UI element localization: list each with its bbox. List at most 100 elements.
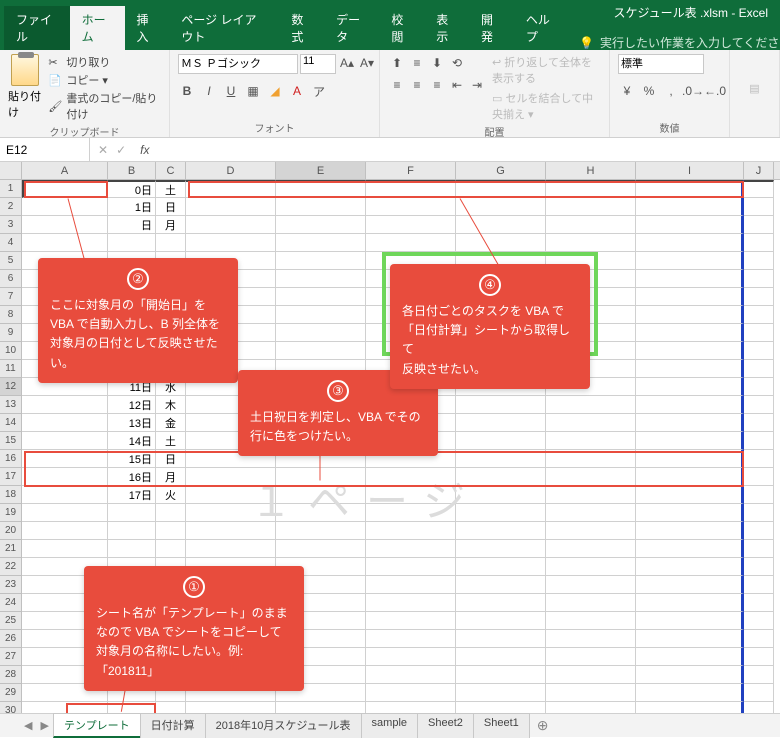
- cell-H17[interactable]: [546, 468, 636, 486]
- cell-J5[interactable]: [744, 252, 774, 270]
- merge-center-button[interactable]: ▭ セルを結合して中央揃え ▾: [492, 90, 601, 122]
- currency-icon[interactable]: ¥: [618, 82, 636, 100]
- sheet-nav-next-icon[interactable]: ▶: [36, 719, 52, 732]
- cell-B17[interactable]: 16日: [108, 468, 156, 486]
- decrease-font-icon[interactable]: A▾: [358, 54, 376, 72]
- cell-E3[interactable]: [276, 216, 366, 234]
- cell-E1[interactable]: [276, 180, 366, 198]
- cell-D3[interactable]: [186, 216, 276, 234]
- cell-F18[interactable]: [366, 486, 456, 504]
- tab-formulas[interactable]: 数式: [279, 6, 324, 50]
- cell-D18[interactable]: [186, 486, 276, 504]
- cell-J4[interactable]: [744, 234, 774, 252]
- cell-B13[interactable]: 12日: [108, 396, 156, 414]
- cell-C4[interactable]: [156, 234, 186, 252]
- cell-E6[interactable]: [276, 270, 366, 288]
- cell-H27[interactable]: [546, 648, 636, 666]
- row-header[interactable]: 1: [0, 180, 22, 198]
- spreadsheet-grid[interactable]: A B C D E F G H I J 10日土21日日3日月4567898日日…: [0, 162, 780, 713]
- cell-E18[interactable]: [276, 486, 366, 504]
- cell-J8[interactable]: [744, 306, 774, 324]
- cell-I21[interactable]: [636, 540, 744, 558]
- cell-B20[interactable]: [108, 522, 156, 540]
- cell-B21[interactable]: [108, 540, 156, 558]
- row-header[interactable]: 13: [0, 396, 22, 414]
- cell-H28[interactable]: [546, 666, 636, 684]
- cell-I30[interactable]: [636, 702, 744, 713]
- bold-button[interactable]: B: [178, 82, 196, 100]
- cell-I16[interactable]: [636, 450, 744, 468]
- cell-H1[interactable]: [546, 180, 636, 198]
- cell-D1[interactable]: [186, 180, 276, 198]
- cancel-icon[interactable]: ✕: [98, 143, 108, 157]
- align-right-icon[interactable]: ≡: [428, 76, 446, 94]
- cell-G1[interactable]: [456, 180, 546, 198]
- increase-font-icon[interactable]: A▴: [338, 54, 356, 72]
- cell-J24[interactable]: [744, 594, 774, 612]
- cell-A2[interactable]: [22, 198, 108, 216]
- cell-J7[interactable]: [744, 288, 774, 306]
- tab-insert[interactable]: 挿入: [125, 6, 170, 50]
- cell-J16[interactable]: [744, 450, 774, 468]
- cell-B16[interactable]: 15日: [108, 450, 156, 468]
- cell-I4[interactable]: [636, 234, 744, 252]
- comma-icon[interactable]: ,: [662, 82, 680, 100]
- row-header[interactable]: 21: [0, 540, 22, 558]
- cell-I26[interactable]: [636, 630, 744, 648]
- cell-A3[interactable]: [22, 216, 108, 234]
- cell-I6[interactable]: [636, 270, 744, 288]
- cell-H13[interactable]: [546, 396, 636, 414]
- cell-C2[interactable]: 日: [156, 198, 186, 216]
- cell-I5[interactable]: [636, 252, 744, 270]
- cell-F19[interactable]: [366, 504, 456, 522]
- orientation-icon[interactable]: ⟲: [448, 54, 466, 72]
- row-header[interactable]: 16: [0, 450, 22, 468]
- cell-G13[interactable]: [456, 396, 546, 414]
- row-header[interactable]: 22: [0, 558, 22, 576]
- cell-D17[interactable]: [186, 468, 276, 486]
- cell-F24[interactable]: [366, 594, 456, 612]
- select-all-corner[interactable]: [0, 162, 22, 179]
- cell-A4[interactable]: [22, 234, 108, 252]
- cell-I22[interactable]: [636, 558, 744, 576]
- paste-button[interactable]: 貼り付け: [8, 54, 42, 120]
- cell-E21[interactable]: [276, 540, 366, 558]
- cell-H25[interactable]: [546, 612, 636, 630]
- cell-F3[interactable]: [366, 216, 456, 234]
- cell-C13[interactable]: 木: [156, 396, 186, 414]
- cell-H16[interactable]: [546, 450, 636, 468]
- cell-E30[interactable]: [276, 702, 366, 713]
- row-header[interactable]: 29: [0, 684, 22, 702]
- tab-home[interactable]: ホーム: [70, 6, 125, 50]
- cell-G28[interactable]: [456, 666, 546, 684]
- cell-E20[interactable]: [276, 522, 366, 540]
- cell-G17[interactable]: [456, 468, 546, 486]
- cell-B14[interactable]: 13日: [108, 414, 156, 432]
- col-G[interactable]: G: [456, 162, 546, 179]
- cell-I8[interactable]: [636, 306, 744, 324]
- cell-H15[interactable]: [546, 432, 636, 450]
- cell-I1[interactable]: [636, 180, 744, 198]
- align-bottom-icon[interactable]: ⬇: [428, 54, 446, 72]
- cell-J27[interactable]: [744, 648, 774, 666]
- cond-format-icon[interactable]: ▤: [749, 82, 759, 95]
- cell-J30[interactable]: [744, 702, 774, 713]
- cell-J9[interactable]: [744, 324, 774, 342]
- row-21[interactable]: 21: [0, 540, 780, 558]
- cell-G18[interactable]: [456, 486, 546, 504]
- cell-G22[interactable]: [456, 558, 546, 576]
- row-header[interactable]: 9: [0, 324, 22, 342]
- cell-H14[interactable]: [546, 414, 636, 432]
- cell-C1[interactable]: 土: [156, 180, 186, 198]
- align-left-icon[interactable]: ≡: [388, 76, 406, 94]
- row-30[interactable]: 30: [0, 702, 780, 713]
- cell-B1[interactable]: 0日: [108, 180, 156, 198]
- tab-layout[interactable]: ページ レイアウト: [169, 6, 279, 50]
- cell-I11[interactable]: [636, 360, 744, 378]
- cell-J25[interactable]: [744, 612, 774, 630]
- inc-decimal-icon[interactable]: .0→: [684, 82, 702, 100]
- cell-C14[interactable]: 金: [156, 414, 186, 432]
- col-J[interactable]: J: [744, 162, 774, 179]
- sheet-tab[interactable]: Sheet2: [417, 713, 474, 738]
- row-20[interactable]: 20: [0, 522, 780, 540]
